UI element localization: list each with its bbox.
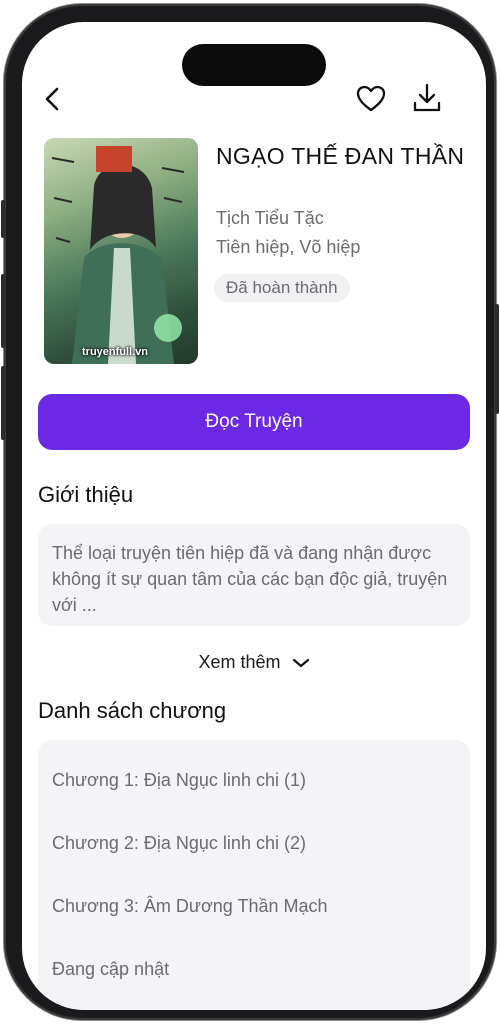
chapter-list: Chương 1: Địa Ngục linh chi (1) Chương 2…: [38, 740, 470, 1010]
chapter-status-updating: Đang cập nhật: [52, 959, 170, 979]
cover-watermark: truyenfull.vn: [82, 346, 149, 358]
chapter-item[interactable]: Chương 1: Địa Ngục linh chi (1): [52, 770, 306, 791]
chapter-item[interactable]: Chương 2: Địa Ngục linh chi (2): [52, 833, 306, 854]
phone-frame: truyenfull.vn NGẠO THẾ ĐAN THẦN Tịch Tiể…: [1, 4, 499, 1020]
read-button[interactable]: Đọc Truyện: [38, 394, 470, 450]
intro-text: Thể loại truyện tiên hiệp đã và đang nhậ…: [38, 524, 470, 626]
top-bar: [22, 80, 486, 120]
heart-icon[interactable]: [354, 82, 388, 116]
mute-switch: [1, 200, 5, 238]
download-icon[interactable]: [410, 81, 444, 115]
book-author: Tịch Tiểu Tặc: [216, 208, 324, 228]
book-title: NGẠO THẾ ĐAN THẦN: [216, 143, 465, 169]
chapters-heading: Danh sách chương: [38, 698, 227, 723]
status-badge: Đã hoàn thành: [214, 274, 350, 302]
book-cover[interactable]: truyenfull.vn: [44, 138, 198, 364]
show-more-button[interactable]: Xem thêm: [22, 652, 486, 673]
screen: truyenfull.vn NGẠO THẾ ĐAN THẦN Tịch Tiể…: [22, 22, 486, 1010]
cover-artwork: [51, 146, 185, 364]
chapter-item[interactable]: Chương 3: Âm Dương Thần Mạch: [52, 896, 328, 917]
back-arrow-icon[interactable]: [36, 82, 70, 116]
chevron-down-icon: [292, 659, 309, 668]
volume-up-button: [1, 274, 5, 348]
volume-down-button: [1, 366, 5, 440]
power-button: [495, 304, 499, 414]
show-more-label: Xem thêm: [198, 652, 281, 672]
intro-heading: Giới thiệu: [38, 482, 134, 507]
book-genres: Tiên hiệp, Võ hiệp: [216, 237, 361, 257]
